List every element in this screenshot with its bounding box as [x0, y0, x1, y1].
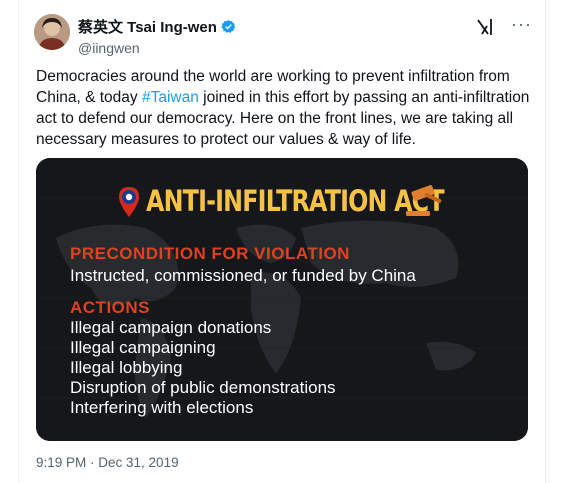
- tweet-image-card[interactable]: ANTI-INFILTRATION ACT PRECONDITION FOR V…: [36, 158, 528, 441]
- hashtag-link[interactable]: #Taiwan: [142, 89, 199, 106]
- display-name[interactable]: 蔡英文 Tsai Ing-wen: [78, 16, 217, 37]
- action-item: Illegal campaigning: [70, 338, 216, 357]
- card-title: ANTI-INFILTRATION ACT: [146, 184, 445, 218]
- grok-icon[interactable]: [476, 18, 494, 41]
- timeline-border-left: [18, 0, 19, 483]
- taiwan-flag-pin-icon: [119, 187, 139, 217]
- action-item: Interfering with elections: [70, 398, 254, 417]
- tweet-header: 蔡英文 Tsai Ing-wen @iingwen ···: [34, 14, 534, 56]
- action-item: Disruption of public demonstrations: [70, 378, 336, 397]
- actions-heading: ACTIONS: [70, 298, 150, 317]
- timeline-border-right: [545, 0, 546, 483]
- precondition-text: Instructed, commissioned, or funded by C…: [70, 266, 416, 285]
- handle[interactable]: @iingwen: [78, 40, 236, 56]
- more-icon[interactable]: ···: [511, 14, 532, 35]
- avatar[interactable]: [34, 14, 70, 50]
- tweet-timestamp[interactable]: 9:19 PM · Dec 31, 2019: [36, 455, 179, 470]
- action-item: Illegal campaign donations: [70, 318, 272, 337]
- action-item: Illegal lobbying: [70, 358, 183, 377]
- precondition-heading: PRECONDITION FOR VIOLATION: [70, 244, 350, 263]
- display-name-row[interactable]: 蔡英文 Tsai Ing-wen: [78, 16, 236, 37]
- gavel-icon: [406, 185, 442, 216]
- verified-badge-icon: [221, 19, 236, 33]
- tweet-text: Democracies around the world are working…: [36, 66, 536, 150]
